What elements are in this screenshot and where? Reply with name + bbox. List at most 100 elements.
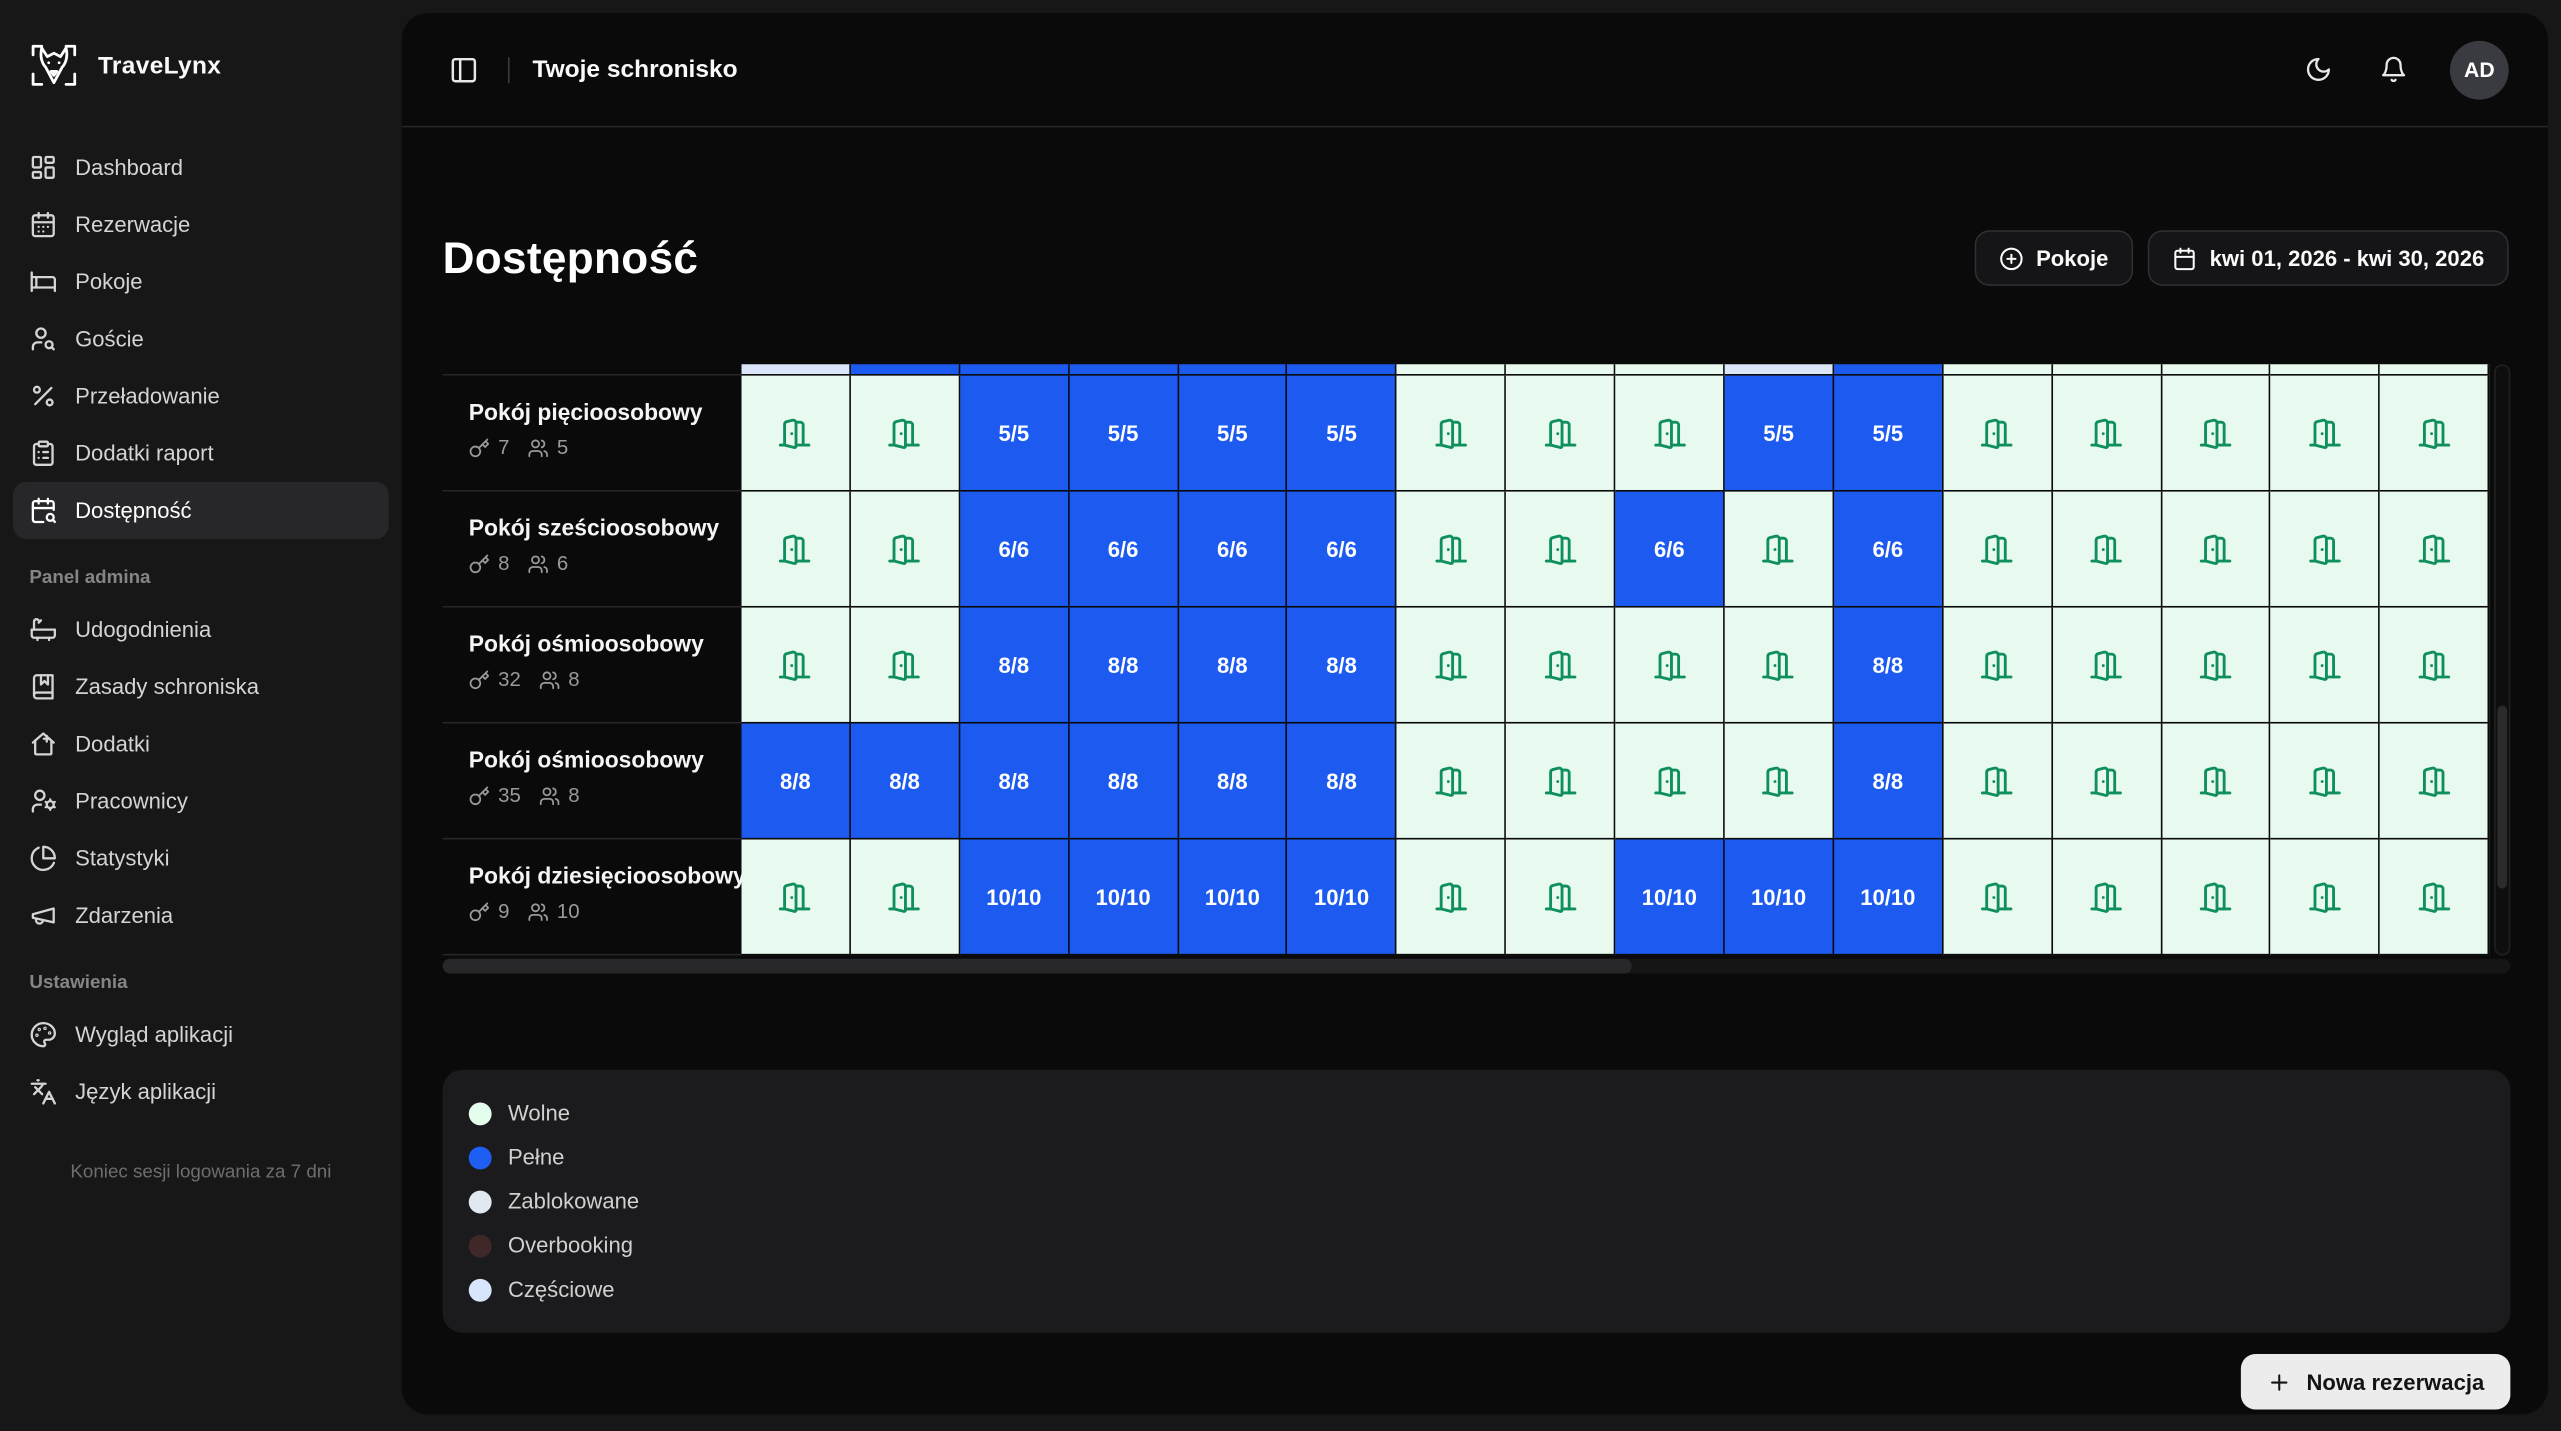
rooms-button[interactable]: Pokoje [1974,230,2133,286]
day-cell-full[interactable]: 8/8 [1834,724,1943,840]
day-cell-free[interactable] [742,840,851,956]
day-cell-free[interactable] [2162,364,2271,375]
day-cell-full[interactable]: 5/5 [1288,376,1397,492]
sidebar-item-dostępność[interactable]: Dostępność [13,482,389,539]
notifications-bell-icon[interactable] [2375,51,2411,87]
sidebar-item-dodatki-raport[interactable]: Dodatki raport [13,425,389,482]
day-cell-free[interactable] [851,608,960,724]
day-cell-free[interactable] [2271,492,2380,608]
day-cell-free[interactable] [2380,608,2489,724]
day-cell-free[interactable] [1725,492,1834,608]
day-cell-free[interactable] [2162,840,2271,956]
day-cell-free[interactable] [2271,724,2380,840]
sidebar-toggle-icon[interactable] [443,48,485,90]
day-cell-free[interactable] [851,492,960,608]
day-cell-free[interactable] [2053,840,2162,956]
day-cell-full[interactable]: 8/8 [851,724,960,840]
day-cell-full[interactable]: 8/8 [1179,608,1288,724]
grid-vertical-scrollbar[interactable] [2494,364,2510,955]
grid-vertical-scrollbar-thumb[interactable] [2497,706,2507,889]
day-cell-free[interactable] [2053,724,2162,840]
day-cell-free[interactable] [1397,376,1506,492]
day-cell-full[interactable]: 8/8 [1288,724,1397,840]
day-cell-free[interactable] [2053,364,2162,375]
day-cell-full[interactable]: 5/5 [1069,376,1178,492]
day-cell-full[interactable]: 10/10 [960,840,1069,956]
day-cell-full[interactable] [851,364,960,375]
day-cell-free[interactable] [1397,840,1506,956]
day-cell-free[interactable] [851,376,960,492]
day-cell-full[interactable]: 10/10 [1834,840,1943,956]
day-cell-free[interactable] [1943,492,2052,608]
day-cell-free[interactable] [1397,364,1506,375]
day-cell-full[interactable] [1288,364,1397,375]
day-cell-full[interactable]: 6/6 [960,492,1069,608]
day-cell-full[interactable]: 6/6 [1834,492,1943,608]
day-cell-full[interactable]: 8/8 [1834,608,1943,724]
day-cell-free[interactable] [1506,364,1615,375]
day-cell-free[interactable] [1506,492,1615,608]
day-cell-free[interactable] [2271,840,2380,956]
day-cell-full[interactable]: 5/5 [1834,376,1943,492]
day-cell-free[interactable] [851,840,960,956]
day-cell-full[interactable]: 5/5 [960,376,1069,492]
day-cell-full[interactable]: 8/8 [1288,608,1397,724]
grid-horizontal-scrollbar-thumb[interactable] [443,959,1632,974]
day-cell-free[interactable] [1616,364,1725,375]
day-cell-free[interactable] [742,492,851,608]
day-cell-free[interactable] [2380,364,2489,375]
day-cell-full[interactable]: 6/6 [1179,492,1288,608]
date-range-picker[interactable]: kwi 01, 2026 - kwi 30, 2026 [2148,230,2509,286]
sidebar-item-zasady-schroniska[interactable]: Zasady schroniska [13,658,389,715]
sidebar-item-wygląd-aplikacji[interactable]: Wygląd aplikacji [13,1006,389,1063]
day-cell-full[interactable]: 6/6 [1616,492,1725,608]
day-cell-free[interactable] [1397,724,1506,840]
day-cell-full[interactable]: 6/6 [1069,492,1178,608]
day-cell-free[interactable] [1616,376,1725,492]
day-cell-free[interactable] [1725,608,1834,724]
day-cell-free[interactable] [1397,608,1506,724]
sidebar-item-udogodnienia[interactable]: Udogodnienia [13,601,389,658]
day-cell-full[interactable]: 5/5 [1179,376,1288,492]
day-cell-free[interactable] [1397,492,1506,608]
day-cell-free[interactable] [1943,724,2052,840]
sidebar-item-zdarzenia[interactable]: Zdarzenia [13,887,389,944]
day-cell-free[interactable] [742,376,851,492]
day-cell-free[interactable] [2162,376,2271,492]
day-cell-full[interactable]: 8/8 [742,724,851,840]
day-cell-free[interactable] [1943,364,2052,375]
dark-mode-toggle-moon-icon[interactable] [2300,51,2336,87]
new-reservation-button[interactable]: Nowa rezerwacja [2241,1354,2510,1410]
user-avatar[interactable]: AD [2450,40,2509,99]
day-cell-free[interactable] [1943,608,2052,724]
sidebar-item-dashboard[interactable]: Dashboard [13,139,389,196]
sidebar-item-dodatki[interactable]: Dodatki [13,715,389,772]
day-cell-full[interactable]: 8/8 [1069,724,1178,840]
day-cell-full[interactable] [1834,364,1943,375]
day-cell-full[interactable]: 8/8 [1069,608,1178,724]
day-cell-full[interactable]: 8/8 [1179,724,1288,840]
day-cell-full[interactable]: 8/8 [960,608,1069,724]
day-cell-free[interactable] [2053,492,2162,608]
day-cell-free[interactable] [2271,376,2380,492]
sidebar-item-statystyki[interactable]: Statystyki [13,830,389,887]
grid-horizontal-scrollbar[interactable] [443,959,2511,974]
day-cell-partial[interactable] [742,364,851,375]
day-cell-free[interactable] [2162,724,2271,840]
day-cell-free[interactable] [2053,608,2162,724]
day-cell-free[interactable] [2271,364,2380,375]
day-cell-free[interactable] [1616,724,1725,840]
day-cell-free[interactable] [2162,492,2271,608]
day-cell-free[interactable] [1506,376,1615,492]
day-cell-free[interactable] [1943,840,2052,956]
day-cell-full[interactable]: 10/10 [1288,840,1397,956]
day-cell-full[interactable]: 10/10 [1069,840,1178,956]
day-cell-full[interactable] [1179,364,1288,375]
day-cell-free[interactable] [1616,608,1725,724]
sidebar-item-pokoje[interactable]: Pokoje [13,253,389,310]
day-cell-free[interactable] [2380,376,2489,492]
day-cell-free[interactable] [1506,840,1615,956]
day-cell-free[interactable] [2053,376,2162,492]
day-cell-free[interactable] [742,608,851,724]
day-cell-full[interactable] [960,364,1069,375]
